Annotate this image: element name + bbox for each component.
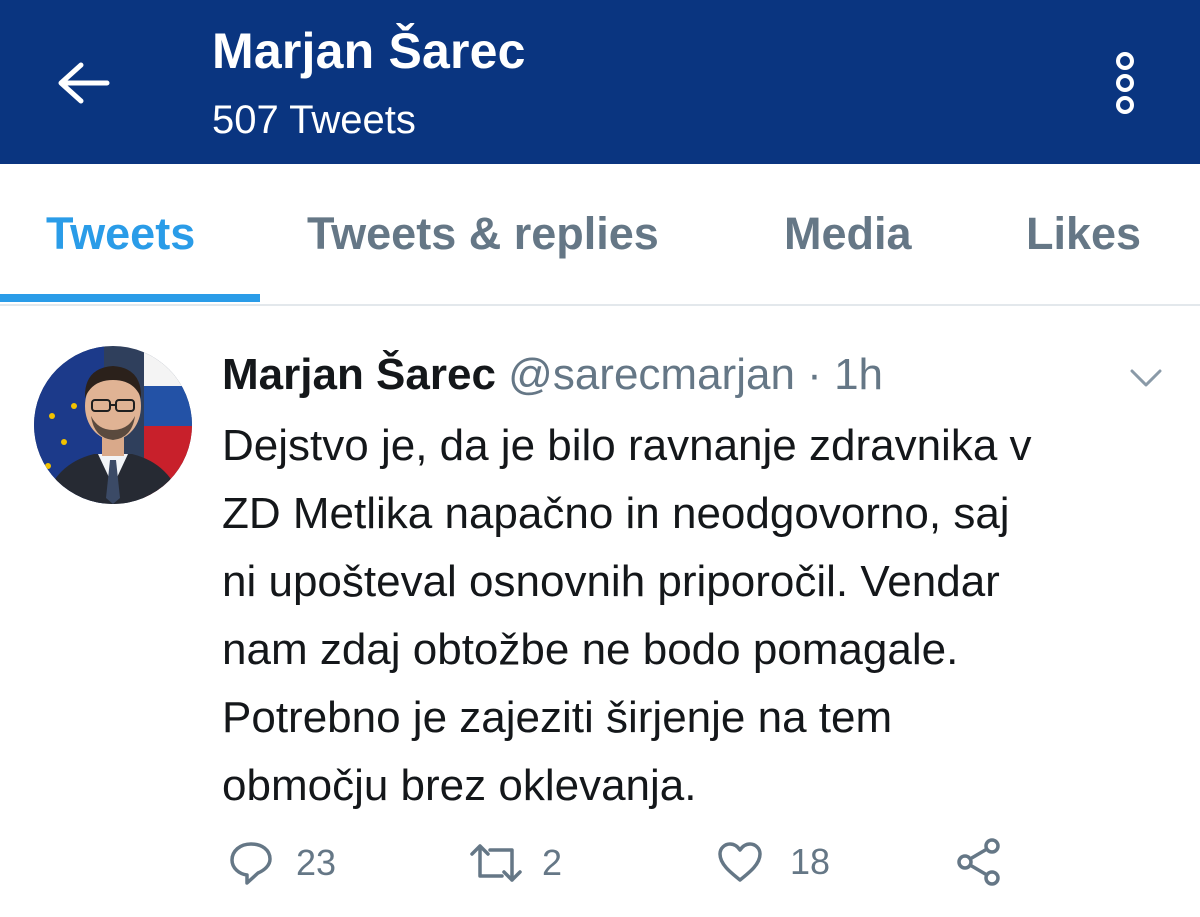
heart-icon: [718, 842, 762, 882]
tab-tweets-and-replies[interactable]: Tweets & replies: [307, 208, 659, 260]
tab-media[interactable]: Media: [784, 208, 912, 260]
profile-name-title: Marjan Šarec: [212, 23, 526, 79]
tweet-count: 507 Tweets: [212, 98, 416, 142]
back-button[interactable]: [48, 52, 118, 114]
tweet-timestamp[interactable]: 1h: [834, 350, 883, 399]
tweet-text-line: ni upošteval osnovnih priporočil. Vendar: [222, 557, 1000, 606]
tab-tweets[interactable]: Tweets: [46, 208, 195, 260]
author-name[interactable]: Marjan Šarec: [222, 350, 496, 399]
tweet-text-line: Potrebno je zajeziti širjenje na tem: [222, 693, 893, 742]
retweet-count: 2: [542, 842, 563, 883]
separator-dot: ·: [807, 350, 822, 399]
tweet-actions: 23 2 18: [0, 832, 1200, 896]
profile-photo: [34, 346, 192, 504]
tweet-text-line: nam zdaj obtožbe ne bodo pomagale.: [222, 625, 959, 674]
retweet-button[interactable]: 2: [468, 840, 562, 886]
arrow-left-icon: [58, 62, 110, 104]
tweet-item[interactable]: Marjan Šarec @sarecmarjan · 1h Dejstvo j…: [0, 306, 1200, 917]
author-handle[interactable]: @sarecmarjan: [508, 350, 795, 399]
like-button[interactable]: 18: [716, 840, 830, 884]
tweet-text-line: ZD Metlika napačno in neodgovorno, saj: [222, 489, 1010, 538]
profile-tabs: Tweets Tweets & replies Media Likes: [0, 164, 1200, 306]
like-count: 18: [790, 841, 831, 882]
reply-count: 23: [296, 842, 337, 883]
vertical-dots-icon: [1116, 52, 1134, 114]
reply-button[interactable]: 23: [228, 840, 336, 886]
active-tab-indicator: [0, 294, 260, 302]
tweet-text-line: območju brez oklevanja.: [222, 761, 697, 810]
profile-header: Marjan Šarec 507 Tweets: [0, 0, 1200, 164]
chevron-down-icon: [1130, 369, 1162, 387]
share-icon: [957, 838, 1000, 886]
tweet-options-button[interactable]: [1122, 358, 1170, 398]
tab-likes[interactable]: Likes: [1026, 208, 1141, 260]
retweet-icon: [470, 844, 522, 882]
more-options-button[interactable]: [1100, 46, 1150, 120]
avatar[interactable]: [34, 346, 192, 504]
tweet-text-line: Dejstvo je, da je bilo ravnanje zdravnik…: [222, 421, 1032, 470]
tweet-header: Marjan Šarec @sarecmarjan · 1h: [222, 346, 883, 404]
reply-icon: [230, 842, 272, 885]
tweet-text: Dejstvo je, da je bilo ravnanje zdravnik…: [222, 412, 1172, 820]
share-button[interactable]: [956, 838, 1002, 886]
